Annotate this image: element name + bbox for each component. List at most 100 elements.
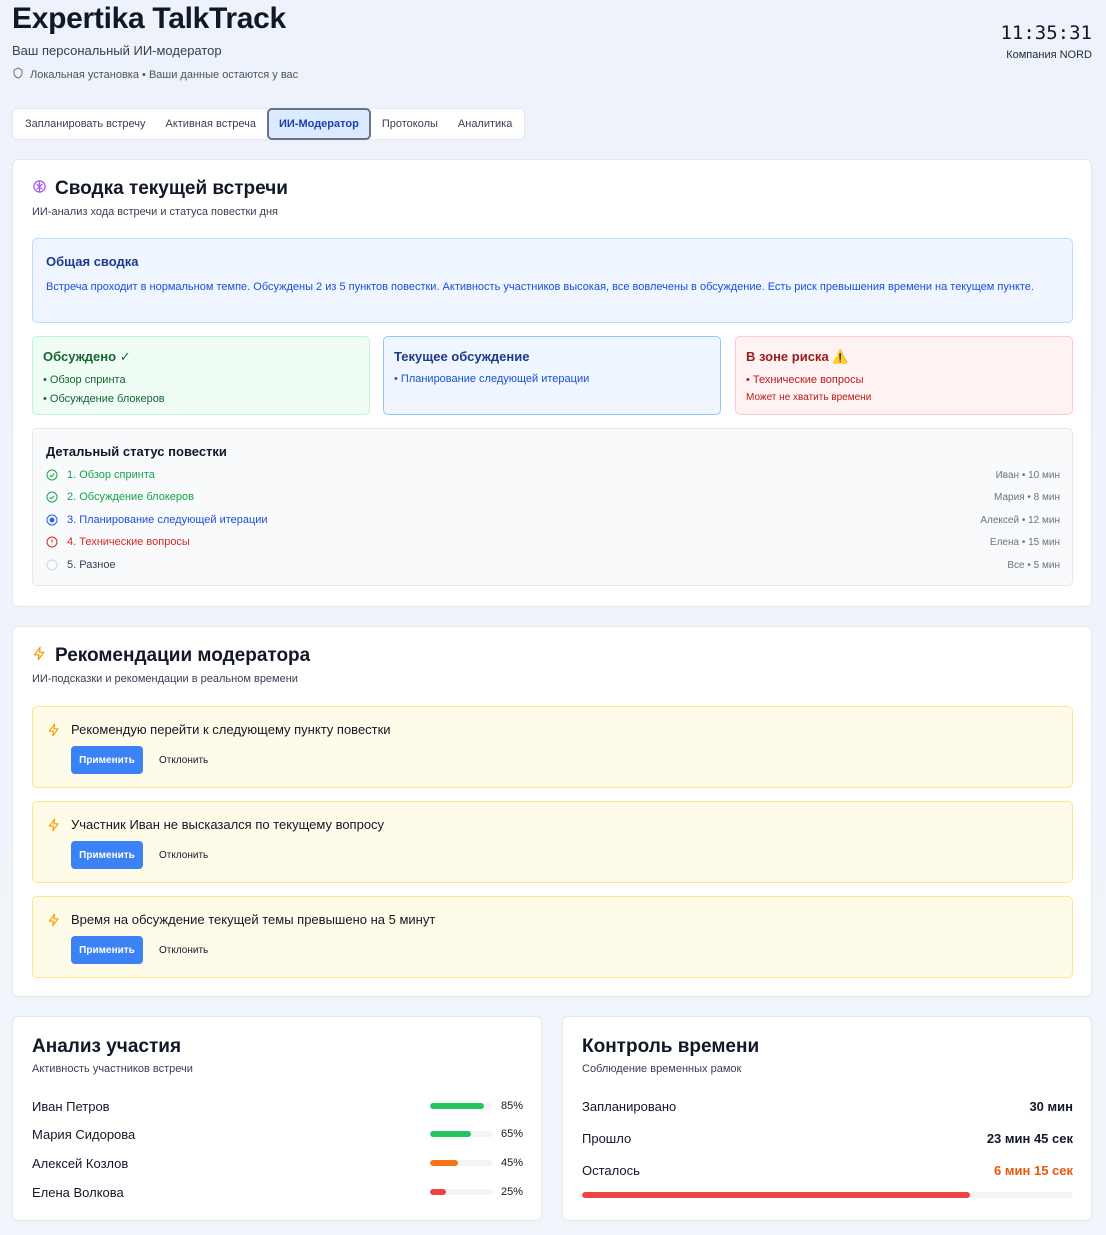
recommendations-card-subtitle: ИИ-подсказки и рекомендации в реальном в…: [32, 673, 298, 685]
time-row-planned: Запланировано 30 мин: [582, 1097, 1073, 1115]
recommendation-item: Время на обсуждение текущей темы превыше…: [32, 896, 1073, 978]
participant-row: Иван Петров 85%: [32, 1097, 523, 1115]
risk-zone-title: В зоне риска ⚠️: [746, 349, 849, 364]
lightning-icon: [32, 645, 47, 667]
agenda-item-label: 4. Технические вопросы: [67, 536, 190, 548]
tab-analytics[interactable]: Аналитика: [448, 109, 522, 139]
activity-bar-fill: [430, 1131, 471, 1137]
agenda-item: 5. Разное Все • 5 мин: [46, 556, 1060, 574]
general-summary: Общая сводка Встреча проходит в нормальн…: [32, 238, 1073, 323]
agenda-item-label: 3. Планирование следующей итерации: [67, 514, 268, 526]
lightning-icon: [48, 818, 59, 832]
lightning-icon: [48, 723, 59, 737]
participant-name: Иван Петров: [32, 1098, 110, 1114]
recommendation-text: Время на обсуждение текущей темы превыше…: [71, 912, 436, 927]
app-header: Expertika TalkTrack Ваш персональный ИИ-…: [12, 0, 1094, 100]
agenda-item: 3. Планирование следующей итерации Алекс…: [46, 511, 1060, 529]
company-name: Компания NORD: [1006, 49, 1092, 61]
recommendations-title-text: Рекомендации модератора: [55, 645, 311, 666]
discussed-title: Обсуждено ✓: [43, 349, 131, 364]
risk-zone-note: Может не хватить времени: [746, 392, 872, 403]
time-row-label: Осталось: [582, 1162, 640, 1178]
lightning-icon: [48, 913, 59, 927]
time-row-label: Прошло: [582, 1130, 632, 1146]
activity-bar-fill: [430, 1103, 484, 1109]
agenda-item: 2. Обсуждение блокеров Мария • 8 мин: [46, 488, 1060, 506]
summary-card-title: Сводка текущей встречи: [32, 178, 288, 200]
general-summary-title: Общая сводка: [46, 254, 139, 269]
activity-bar: [430, 1160, 493, 1166]
reject-button[interactable]: Отклонить: [151, 936, 216, 964]
summary-card-subtitle: ИИ-анализ хода встречи и статуса повестк…: [32, 206, 278, 218]
recommendations-card-title: Рекомендации модератора: [32, 645, 310, 667]
tab-ai-moderator[interactable]: ИИ-Модератор: [266, 108, 371, 140]
agenda-status-title: Детальный статус повестки: [46, 444, 227, 459]
participant-name: Алексей Козлов: [32, 1155, 129, 1171]
summary-title-text: Сводка текущей встречи: [55, 178, 288, 199]
moderator-recommendations-card: Рекомендации модератора ИИ-подсказки и р…: [12, 626, 1092, 997]
discussed-box: Обсуждено ✓ • Обзор спринта • Обсуждение…: [32, 336, 370, 415]
participant-row: Алексей Козлов 45%: [32, 1154, 523, 1172]
brain-icon: [32, 178, 47, 200]
time-row-value: 30 мин: [1029, 1098, 1073, 1114]
participation-subtitle: Активность участников встречи: [32, 1063, 193, 1075]
apply-button[interactable]: Применить: [71, 746, 143, 774]
discussed-item: • Обсуждение блокеров: [43, 393, 165, 405]
activity-bar: [430, 1103, 493, 1109]
participant-name: Елена Волкова: [32, 1184, 124, 1200]
shield-icon: [12, 67, 24, 82]
time-control-card: Контроль времени Соблюдение временных ра…: [562, 1016, 1092, 1221]
agenda-item-meta: Елена • 15 мин: [989, 536, 1060, 548]
recommendation-text: Участник Иван не высказался по текущему …: [71, 817, 385, 832]
radio-current-icon: [46, 514, 58, 526]
time-row-value: 23 мин 45 сек: [986, 1130, 1073, 1146]
app-subtitle: Ваш персональный ИИ-модератор: [12, 43, 222, 58]
participant-percent: 65%: [501, 1128, 524, 1140]
risk-zone-box: В зоне риска ⚠️ • Технические вопросы Мо…: [735, 336, 1073, 415]
current-discussion-title: Текущее обсуждение: [394, 349, 530, 364]
time-row-remaining: Осталось 6 мин 15 сек: [582, 1161, 1073, 1179]
participant-percent: 85%: [501, 1100, 524, 1112]
reject-button[interactable]: Отклонить: [151, 841, 216, 869]
tab-active-meeting[interactable]: Активная встреча: [156, 109, 266, 139]
empty-circle-icon: [46, 559, 58, 571]
recommendation-item: Рекомендую перейти к следующему пункту п…: [32, 706, 1073, 788]
time-control-subtitle: Соблюдение временных рамок: [582, 1063, 742, 1075]
apply-button[interactable]: Применить: [71, 936, 143, 964]
recommendation-text: Рекомендую перейти к следующему пункту п…: [71, 722, 391, 737]
general-summary-text: Встреча проходит в нормальном темпе. Обс…: [46, 281, 1034, 293]
current-discussion-item: • Планирование следующей итерации: [394, 373, 590, 385]
activity-bar: [430, 1131, 493, 1137]
risk-zone-item: • Технические вопросы: [746, 374, 864, 386]
local-note-text: Локальная установка • Ваши данные остают…: [30, 68, 299, 81]
clock: 11:35:31: [1000, 22, 1092, 44]
agenda-item-meta: Алексей • 12 мин: [980, 514, 1060, 526]
time-row-elapsed: Прошло 23 мин 45 сек: [582, 1129, 1073, 1147]
participation-title: Анализ участия: [32, 1036, 182, 1057]
activity-bar: [430, 1189, 493, 1195]
alert-circle-icon: [46, 536, 58, 548]
participant-percent: 45%: [501, 1157, 524, 1169]
agenda-item-meta: Мария • 8 мин: [994, 491, 1060, 503]
current-discussion-box: Текущее обсуждение • Планирование следую…: [383, 336, 721, 415]
main-tabs: Запланировать встречу Активная встреча И…: [12, 108, 526, 140]
check-circle-icon: [46, 491, 58, 503]
agenda-status: Детальный статус повестки 1. Обзор сприн…: [32, 428, 1073, 586]
app-title: Expertika TalkTrack: [12, 2, 286, 35]
reject-button[interactable]: Отклонить: [151, 746, 216, 774]
time-row-label: Запланировано: [582, 1098, 677, 1114]
activity-bar-fill: [430, 1160, 459, 1166]
check-circle-icon: [46, 469, 58, 481]
time-control-title: Контроль времени: [582, 1036, 760, 1057]
recommendation-item: Участник Иван не высказался по текущему …: [32, 801, 1073, 883]
tab-protocols[interactable]: Протоколы: [372, 109, 448, 139]
participation-analysis-card: Анализ участия Активность участников вст…: [12, 1016, 542, 1221]
time-progress-fill: [582, 1192, 970, 1198]
agenda-item-meta: Иван • 10 мин: [995, 469, 1060, 481]
agenda-item: 4. Технические вопросы Елена • 15 мин: [46, 533, 1060, 551]
participant-row: Елена Волкова 25%: [32, 1183, 523, 1201]
agenda-item-meta: Все • 5 мин: [1007, 559, 1060, 571]
apply-button[interactable]: Применить: [71, 841, 143, 869]
tab-schedule-meeting[interactable]: Запланировать встречу: [15, 109, 156, 139]
participant-name: Мария Сидорова: [32, 1126, 136, 1142]
